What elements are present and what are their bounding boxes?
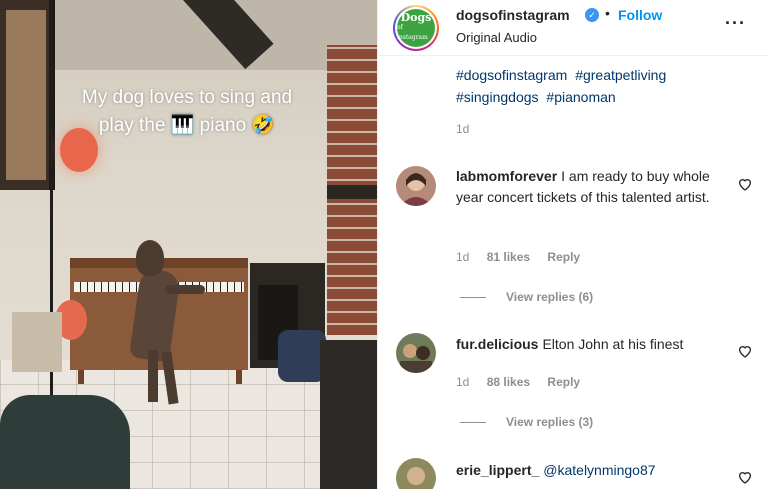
jacket	[278, 330, 326, 382]
post-panel: Dogs of instagram dogsofinstagram ✓ • Fo…	[377, 0, 768, 489]
view-replies-label: View replies (3)	[506, 415, 594, 429]
audio-link[interactable]: Original Audio	[456, 30, 537, 45]
view-replies-button[interactable]: View replies (6)	[460, 290, 593, 304]
ceiling	[0, 0, 377, 70]
comment-time: 1d	[456, 375, 470, 389]
caption-timestamp: 1d	[456, 122, 470, 136]
view-replies-button[interactable]: View replies (3)	[460, 415, 593, 429]
replies-divider	[460, 297, 486, 299]
comment-username[interactable]: fur.delicious	[456, 336, 538, 352]
hashtag-link[interactable]: #singingdogs	[456, 89, 539, 105]
caption-hashtags: #dogsofinstagram #greatpetliving #singin…	[456, 64, 746, 108]
like-heart-icon[interactable]	[737, 343, 753, 359]
comment-meta: 1d 81 likes Reply	[456, 250, 594, 264]
like-heart-icon[interactable]	[737, 176, 753, 192]
dogsofinstagram-logo: Dogs of instagram	[397, 9, 435, 47]
more-options-icon[interactable]: ···	[725, 14, 747, 36]
piano-leg	[78, 370, 84, 384]
reel-video[interactable]: My dog loves to sing and play the 🎹 pian…	[0, 0, 377, 489]
piano-leg	[236, 370, 242, 384]
comment-likes[interactable]: 81 likes	[487, 250, 530, 264]
comment-time: 1d	[456, 250, 470, 264]
comment-username[interactable]: labmomforever	[456, 168, 557, 184]
reply-button[interactable]: Reply	[547, 250, 580, 264]
mantel-shelf	[327, 185, 377, 199]
side-table	[12, 312, 62, 372]
comment-text: fur.delicious Elton John at his finest	[456, 334, 726, 355]
armchair	[0, 395, 130, 489]
follow-button[interactable]: Follow	[618, 7, 662, 23]
logo-text: Dogs	[400, 11, 432, 24]
dog-paw	[165, 285, 205, 294]
view-replies-label: View replies (6)	[506, 290, 594, 304]
separator-dot: •	[605, 5, 610, 21]
hashtag-link[interactable]: #dogsofinstagram	[456, 67, 567, 83]
dog-head	[136, 240, 164, 276]
overlay-line: My dog loves to sing and	[81, 87, 293, 108]
reply-button[interactable]: Reply	[547, 375, 580, 389]
comment-meta: 1d 88 likes Reply	[456, 375, 594, 389]
comment-text: erie_lippert_ @katelynmingo87	[456, 460, 726, 481]
dog-leg	[148, 350, 158, 402]
comment-username[interactable]: erie_lippert_	[456, 462, 539, 478]
comment-body: Elton John at his finest	[542, 336, 684, 352]
comment-likes[interactable]: 88 likes	[487, 375, 530, 389]
logo-small-text: of instagram	[397, 24, 428, 41]
couch	[320, 340, 377, 489]
hashtag-link[interactable]: #pianoman	[546, 89, 615, 105]
commenter-avatar[interactable]	[396, 458, 436, 489]
profile-avatar[interactable]: Dogs of instagram	[393, 5, 439, 51]
verified-badge-icon: ✓	[585, 8, 599, 22]
post-username[interactable]: dogsofinstagram	[456, 7, 570, 23]
commenter-avatar[interactable]	[396, 166, 436, 206]
comment-mention[interactable]: @katelynmingo87	[543, 462, 655, 478]
hashtag-link[interactable]: #greatpetliving	[575, 67, 666, 83]
video-overlay-caption: My dog loves to sing and play the 🎹 pian…	[42, 84, 332, 140]
replies-divider	[460, 422, 486, 424]
comment-text: labmomforever I am ready to buy whole yea…	[456, 166, 726, 208]
post-header: Dogs of instagram dogsofinstagram ✓ • Fo…	[378, 0, 768, 56]
like-heart-icon[interactable]	[737, 469, 753, 485]
commenter-avatar[interactable]	[396, 333, 436, 373]
overlay-line: play the 🎹 piano 🤣	[98, 115, 276, 136]
